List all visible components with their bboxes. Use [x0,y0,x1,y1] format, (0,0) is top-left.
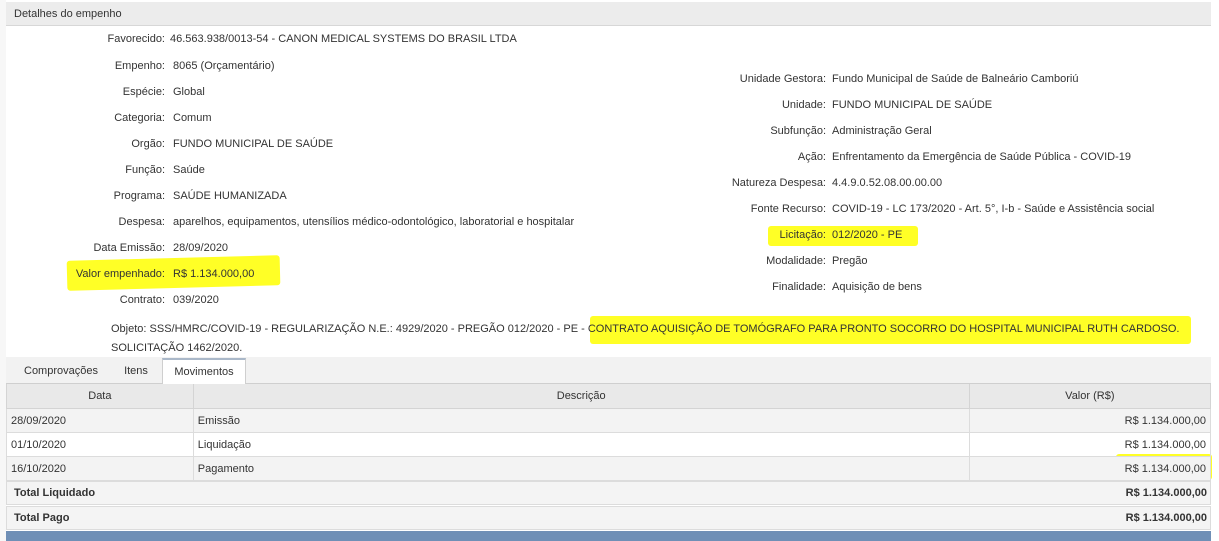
value-natureza-despesa: 4.4.9.0.52.08.00.00.00 [832,177,943,189]
value-fonte-recurso: COVID-19 - LC 173/2020 - Art. 5°, I-b - … [832,203,1155,215]
cell-data: 28/09/2020 [6,408,194,433]
label-programa: Programa: [113,190,165,202]
field-valor-empenhado: Valor empenhado: R$ 1.134.000,00 [0,267,700,281]
label-natureza-despesa: Natureza Despesa: [731,177,826,189]
total-pago-row: Total Pago R$ 1.134.000,00 [6,506,1211,530]
total-liquidado-value: R$ 1.134.000,00 [1125,487,1207,499]
column-header-data[interactable]: Data [6,384,194,409]
value-modalidade: Pregão [832,255,868,267]
panel-title: Detalhes do empenho [6,2,1211,26]
label-empenho: Empenho: [114,60,165,72]
label-especie: Espécie: [122,86,165,98]
cell-descricao: Liquidação [192,432,970,457]
value-finalidade: Aquisição de bens [832,281,922,293]
label-subfuncao: Subfunção: [770,125,826,137]
table-row[interactable]: 28/09/2020 Emissão R$ 1.134.000,00 [6,408,1212,433]
label-funcao: Função: [125,164,165,176]
table-row[interactable]: 01/10/2020 Liquidação R$ 1.134.000,00 [6,432,1212,457]
value-unidade: FUNDO MUNICIPAL DE SAÚDE [832,99,993,111]
tab-itens[interactable]: Itens [116,359,156,383]
value-especie: Global [173,86,205,98]
field-modalidade: Modalidade: Pregão [600,254,1200,268]
field-categoria: Categoria: Comum [0,111,700,125]
label-orgao: Orgão: [131,138,165,150]
field-programa: Programa: SAÚDE HUMANIZADA [0,189,700,203]
total-liquidado-label: Total Liquidado [14,487,96,499]
label-favorecido: Favorecido: [107,33,165,45]
table-header-row: Data Descrição Valor (R$) [6,384,1212,409]
value-orgao: FUNDO MUNICIPAL DE SAÚDE [173,138,334,150]
value-contrato: 039/2020 [173,294,219,306]
field-fonte-recurso: Fonte Recurso: COVID-19 - LC 173/2020 - … [600,202,1200,216]
label-unidade-gestora: Unidade Gestora: [739,73,826,85]
cell-descricao: Pagamento [192,456,970,481]
column-header-valor[interactable]: Valor (R$) [968,384,1212,409]
value-acao: Enfrentamento da Emergência de Saúde Púb… [832,151,1131,163]
empenho-details-frame: Detalhes do empenho Favorecido: 46.563.9… [0,0,1219,541]
cell-valor: R$ 1.134.000,00 [968,456,1212,481]
label-modalidade: Modalidade: [766,255,826,267]
label-data-emissao: Data Emissão: [93,242,165,254]
table-row[interactable]: 16/10/2020 Pagamento R$ 1.134.000,00 [6,456,1212,481]
field-despesa: Despesa: aparelhos, equipamentos, utensí… [0,215,700,229]
value-categoria: Comum [173,112,212,124]
value-subfuncao: Administração Geral [832,125,932,137]
tab-movimentos[interactable]: Movimentos [162,358,246,384]
label-finalidade: Finalidade: [772,281,826,293]
field-unidade-gestora: Unidade Gestora: Fundo Municipal de Saúd… [600,72,1200,86]
field-funcao: Função: Saúde [0,163,700,177]
field-objeto: Objeto: SSS/HMRC/COVID-19 - REGULARIZAÇÃ… [111,320,1201,358]
field-orgao: Orgão: FUNDO MUNICIPAL DE SAÚDE [0,137,700,151]
value-funcao: Saúde [173,164,205,176]
field-acao: Ação: Enfrentamento da Emergência de Saú… [600,150,1200,164]
total-pago-label: Total Pago [14,512,70,524]
value-valor-empenhado: R$ 1.134.000,00 [173,268,255,280]
label-despesa: Despesa: [118,216,165,228]
value-favorecido: 46.563.938/0013-54 - CANON MEDICAL SYSTE… [170,33,517,45]
value-unidade-gestora: Fundo Municipal de Saúde de Balneário Ca… [832,73,1079,85]
field-contrato: Contrato: 039/2020 [0,293,700,307]
label-acao: Ação: [797,151,826,163]
field-data-emissao: Data Emissão: 28/09/2020 [0,241,700,255]
total-pago-value: R$ 1.134.000,00 [1125,512,1207,524]
field-subfuncao: Subfunção: Administração Geral [600,124,1200,138]
label-valor-empenhado: Valor empenhado: [75,268,165,280]
cell-descricao: Emissão [192,408,970,433]
field-unidade: Unidade: FUNDO MUNICIPAL DE SAÚDE [600,98,1200,112]
value-objeto-tail: SOLICITAÇÃO 1462/2020. [111,342,243,354]
total-liquidado-row: Total Liquidado R$ 1.134.000,00 [6,481,1211,505]
field-especie: Espécie: Global [0,85,700,99]
field-finalidade: Finalidade: Aquisição de bens [600,280,1200,294]
field-empenho: Empenho: 8065 (Orçamentário) [0,59,700,73]
label-categoria: Categoria: [114,112,165,124]
label-fonte-recurso: Fonte Recurso: [750,203,826,215]
field-licitacao: Licitação: 012/2020 - PE [600,228,1200,242]
column-header-descricao[interactable]: Descrição [192,384,970,409]
value-objeto-plain: SSS/HMRC/COVID-19 - REGULARIZAÇÃO N.E.: … [149,323,588,335]
label-unidade: Unidade: [781,99,826,111]
field-natureza-despesa: Natureza Despesa: 4.4.9.0.52.08.00.00.00 [600,176,1200,190]
cell-data: 01/10/2020 [6,432,194,457]
value-empenho: 8065 (Orçamentário) [173,60,275,72]
field-favorecido: Favorecido: 46.563.938/0013-54 - CANON M… [0,32,700,46]
footer-bar [6,531,1211,541]
value-despesa: aparelhos, equipamentos, utensílios médi… [173,216,575,228]
cell-valor: R$ 1.134.000,00 [968,432,1212,457]
cell-data: 16/10/2020 [6,456,194,481]
movimentos-table: Data Descrição Valor (R$) 28/09/2020 Emi… [6,384,1212,481]
label-licitacao: Licitação: [779,229,826,241]
value-data-emissao: 28/09/2020 [173,242,229,254]
value-objeto-highlight: CONTRATO AQUISIÇÃO DE TOMÓGRAFO PARA PRO… [587,323,1180,335]
value-programa: SAÚDE HUMANIZADA [173,190,287,202]
tab-comprovacoes[interactable]: Comprovações [17,359,105,383]
label-objeto: Objeto: [111,323,147,335]
label-contrato: Contrato: [119,294,165,306]
value-licitacao: 012/2020 - PE [832,229,903,241]
cell-valor: R$ 1.134.000,00 [968,408,1212,433]
